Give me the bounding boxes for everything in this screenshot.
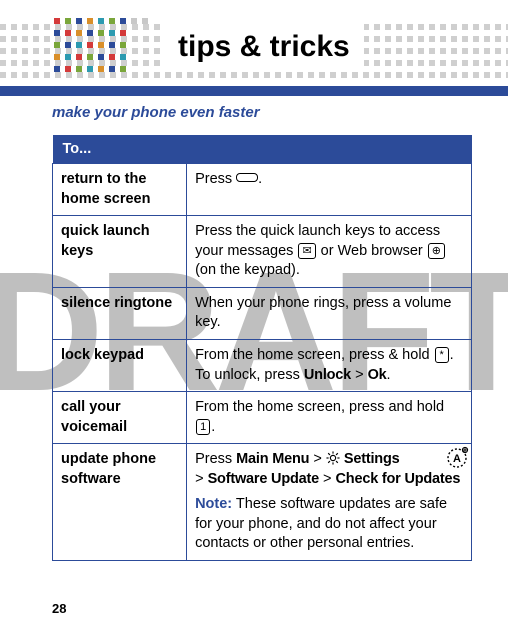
page-number: 28 bbox=[52, 601, 66, 616]
text: . bbox=[387, 367, 391, 383]
row-label: update phone software bbox=[53, 444, 187, 561]
row-label: return to the home screen bbox=[53, 164, 187, 216]
table-row: call your voicemail From the home screen… bbox=[53, 392, 472, 444]
home-key-icon bbox=[236, 173, 258, 182]
tips-table: To... return to the home screen Press . … bbox=[52, 135, 472, 561]
text: . bbox=[211, 419, 215, 435]
table-row: quick launch keys Press the quick launch… bbox=[53, 216, 472, 288]
table-row: return to the home screen Press . bbox=[53, 164, 472, 216]
one-key-icon: 1 bbox=[196, 419, 210, 435]
table-row: silence ringtone When your phone rings, … bbox=[53, 287, 472, 339]
row-label: call your voicemail bbox=[53, 392, 187, 444]
content-area: make your phone even faster To... return… bbox=[0, 86, 508, 561]
text: From the home screen, press & hold bbox=[195, 347, 434, 363]
table-row: lock keypad From the home screen, press … bbox=[53, 339, 472, 391]
row-desc: Press the quick launch keys to access yo… bbox=[187, 216, 472, 288]
header-band: tips & tricks bbox=[0, 12, 508, 86]
subheading: make your phone even faster bbox=[52, 104, 472, 121]
menu-gt: > bbox=[309, 451, 326, 467]
menu-unlock: Unlock bbox=[304, 367, 351, 383]
message-key-icon: ✉ bbox=[298, 243, 315, 259]
text: . bbox=[258, 171, 262, 187]
row-desc: From the home screen, press & hold *. To… bbox=[187, 339, 472, 391]
text: Press bbox=[195, 451, 236, 467]
row-desc: A Press Main Menu > Settings > Software … bbox=[187, 444, 472, 561]
menu-gt: > bbox=[319, 471, 336, 487]
browser-key-icon: ⊕ bbox=[428, 243, 445, 259]
table-header: To... bbox=[53, 135, 472, 164]
text: (on the keypad). bbox=[195, 262, 300, 278]
gear-icon bbox=[326, 451, 340, 465]
row-desc: When your phone rings, press a volume ke… bbox=[187, 287, 472, 339]
row-label: quick launch keys bbox=[53, 216, 187, 288]
text: or Web browser bbox=[317, 243, 427, 259]
menu-gt: > bbox=[351, 367, 368, 383]
row-label: lock keypad bbox=[53, 339, 187, 391]
table-header-row: To... bbox=[53, 135, 472, 164]
text: From the home screen, press and hold bbox=[195, 399, 444, 415]
menu-gt: > bbox=[195, 471, 208, 487]
text: Press bbox=[195, 171, 236, 187]
page-title: tips & tricks bbox=[178, 30, 350, 64]
title-box: tips & tricks bbox=[160, 24, 364, 70]
table-row: update phone software A Press Main Menu … bbox=[53, 444, 472, 561]
svg-text:A: A bbox=[453, 453, 461, 465]
note-label: Note: bbox=[195, 496, 232, 512]
row-desc: From the home screen, press and hold 1. bbox=[187, 392, 472, 444]
row-label: silence ringtone bbox=[53, 287, 187, 339]
row-desc: Press . bbox=[187, 164, 472, 216]
note-text: These software updates are safe for your… bbox=[195, 496, 447, 551]
menu-main: Main Menu bbox=[236, 451, 309, 467]
account-badge-icon: A bbox=[445, 446, 469, 470]
menu-ok: Ok bbox=[368, 367, 387, 383]
menu-software-update: Software Update bbox=[208, 471, 319, 487]
menu-settings: Settings bbox=[344, 451, 400, 467]
star-key-icon: * bbox=[435, 347, 449, 363]
menu-check-updates: Check for Updates bbox=[336, 471, 461, 487]
